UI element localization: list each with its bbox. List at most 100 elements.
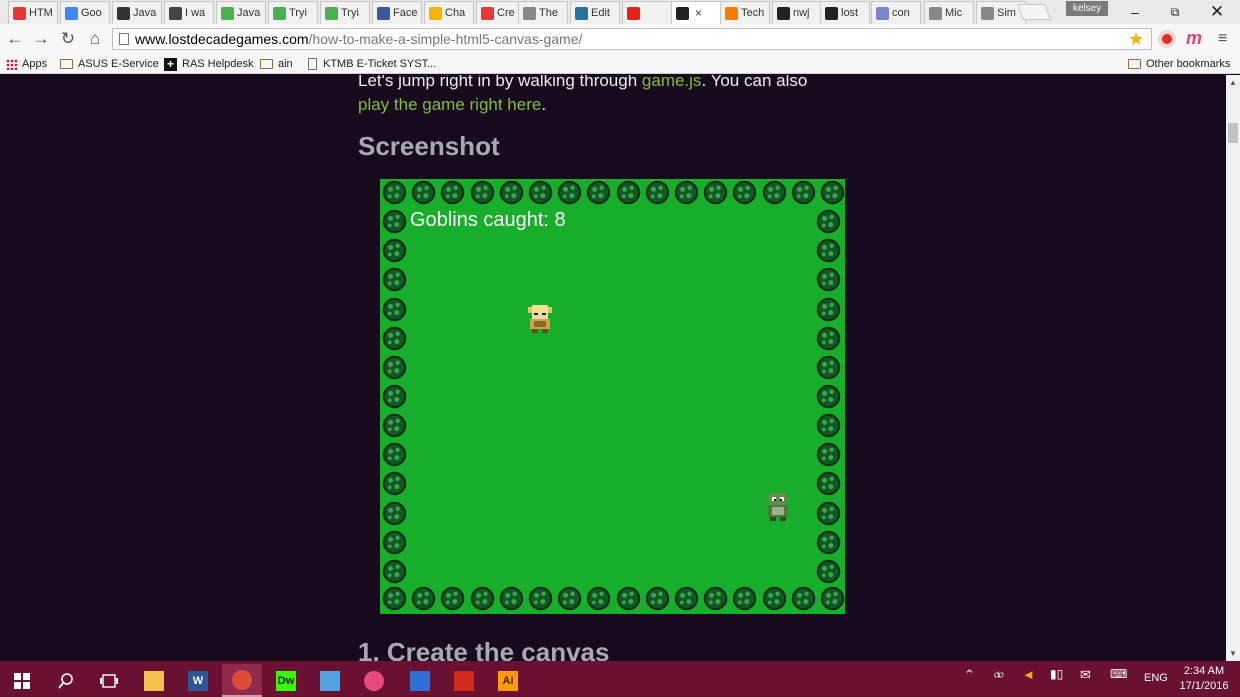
screenshot-heading: Screenshot — [358, 131, 500, 161]
reload-button[interactable]: ↻ — [57, 28, 79, 50]
menu-icon[interactable]: ≡ — [1218, 28, 1227, 50]
page-scrollbar[interactable]: ▲ ▼ — [1226, 75, 1240, 661]
scroll-up-icon[interactable]: ▲ — [1229, 78, 1237, 87]
tab-google[interactable]: Goo — [60, 1, 110, 24]
show-hidden-icons[interactable]: ⌃ — [964, 667, 975, 683]
tab-label: nwj — [793, 7, 810, 19]
bookmark-ktmb[interactable]: KTMB E-Ticket SYST... — [308, 56, 436, 72]
bookmark-other[interactable]: Other bookmarks — [1128, 56, 1230, 72]
start-button[interactable] — [2, 664, 42, 697]
extension-icon[interactable] — [1158, 30, 1176, 48]
tab-label: Cha — [445, 7, 466, 19]
tab-github[interactable]: lost — [820, 1, 870, 24]
bush-tile — [816, 297, 841, 321]
taskbar-illustrator[interactable]: Ai — [488, 664, 528, 697]
tab-label: The — [539, 7, 558, 19]
wifi-icon[interactable]: ⧞ — [994, 667, 1004, 682]
search-button[interactable] — [46, 664, 86, 697]
tab-pencil[interactable]: Cha — [424, 1, 474, 24]
tab-w3schools[interactable]: Java — [216, 1, 266, 24]
bookmark-ain[interactable]: ain — [260, 56, 293, 72]
tab-github[interactable]: nwj — [772, 1, 822, 24]
bush-tile — [645, 180, 670, 205]
extension-m-icon[interactable]: m — [1186, 29, 1204, 48]
bookmark-asus[interactable]: ASUS E-Service — [60, 56, 159, 72]
tab-youtube[interactable] — [622, 1, 672, 24]
word-icon: W — [188, 670, 208, 691]
page-icon — [523, 6, 536, 20]
youtube-icon — [627, 6, 640, 20]
taskbar-dreamweaver[interactable]: Dw — [266, 664, 306, 697]
back-button[interactable]: ← — [4, 28, 26, 50]
tab-chart[interactable]: con — [871, 1, 921, 24]
plus-icon: + — [164, 57, 177, 71]
tab-brackets[interactable]: HTM — [8, 1, 58, 24]
tab-page[interactable]: The — [518, 1, 568, 24]
play-game-link[interactable]: play the game right here — [358, 95, 541, 114]
restore-button[interactable]: ⧉ — [1160, 2, 1190, 22]
github-icon — [777, 6, 790, 20]
bush-tile — [674, 586, 699, 611]
language-indicator[interactable]: ENG — [1144, 672, 1168, 684]
keyboard-icon[interactable]: ⌨ — [1110, 667, 1127, 681]
bush-tile — [616, 180, 640, 205]
tab-wordpress[interactable]: Edit — [570, 1, 620, 24]
bookmark-ras[interactable]: + RAS Helpdesk — [164, 56, 254, 72]
goblin-sprite — [766, 493, 790, 521]
close-window-button[interactable]: ✕ — [1202, 2, 1232, 22]
bush-tile — [816, 326, 841, 350]
gamejs-link[interactable]: game.js — [642, 75, 702, 90]
tab-facebook[interactable]: Face — [372, 1, 422, 24]
intro-paragraph: Let's jump right in by walking through g… — [358, 75, 878, 117]
forward-button[interactable]: → — [30, 28, 52, 50]
tab-w3schools[interactable]: Tryi — [320, 1, 370, 24]
game-canvas[interactable]: Goblins caught: 8 — [380, 179, 845, 614]
bush-tile — [791, 586, 816, 611]
home-icon[interactable]: ⌂ — [84, 28, 106, 50]
scroll-down-icon[interactable]: ▼ — [1229, 649, 1237, 658]
task-view-icon — [100, 673, 118, 688]
bush-tile — [382, 209, 407, 234]
task-view-button[interactable] — [89, 664, 129, 697]
bush-tile — [816, 355, 841, 380]
volume-icon[interactable]: ◄ — [1022, 667, 1035, 682]
tab-site[interactable]: I wa — [164, 1, 214, 24]
tab-w3schools[interactable]: Tryi — [268, 1, 318, 24]
taskbar-chrome[interactable] — [222, 664, 262, 697]
profile-button[interactable]: kelsey — [1066, 1, 1108, 16]
bush-tile — [382, 355, 407, 380]
bush-tile — [820, 180, 845, 205]
close-tab-icon[interactable]: × — [695, 6, 702, 20]
clock[interactable]: 2:34 AM 17/1/2016 — [1178, 664, 1230, 694]
tab-blogger[interactable]: Tech — [720, 1, 770, 24]
bush-tile — [470, 180, 494, 205]
taskbar-control-panel[interactable] — [310, 664, 350, 697]
tab-label: Tryi — [341, 7, 359, 19]
tab-site[interactable]: × — [671, 1, 721, 24]
bookmark-apps[interactable]: Apps — [6, 56, 47, 72]
taskbar-itunes[interactable] — [354, 664, 394, 697]
action-center-icon[interactable]: ✉ — [1080, 667, 1091, 683]
bush-tile — [557, 180, 582, 205]
tab-codepen[interactable]: Java — [112, 1, 162, 24]
w3schools-icon — [221, 6, 234, 20]
bush-tile — [382, 297, 407, 321]
taskbar-word[interactable]: W — [178, 664, 218, 697]
bush-tile — [816, 413, 841, 438]
taskbar-acrobat[interactable] — [444, 664, 484, 697]
w3schools-icon — [273, 6, 286, 20]
bush-tile — [382, 268, 407, 292]
scroll-thumb[interactable] — [1228, 123, 1238, 143]
site-icon — [169, 6, 182, 20]
battery-icon[interactable]: ▮▯ — [1050, 667, 1063, 681]
address-bar[interactable]: www.lostdecadegames.com/how-to-make-a-si… — [112, 28, 1152, 50]
new-tab-button[interactable] — [1017, 4, 1051, 20]
taskbar-file-explorer[interactable] — [134, 664, 174, 697]
taskbar-wattpad-reader[interactable] — [400, 664, 440, 697]
minimize-button[interactable]: – — [1120, 2, 1150, 22]
bush-tile — [411, 586, 436, 611]
bush-tile — [616, 586, 640, 611]
bookmark-star-icon[interactable]: ★ — [1128, 28, 1144, 50]
tab-page[interactable]: Mic — [924, 1, 974, 24]
bush-tile — [733, 586, 757, 611]
